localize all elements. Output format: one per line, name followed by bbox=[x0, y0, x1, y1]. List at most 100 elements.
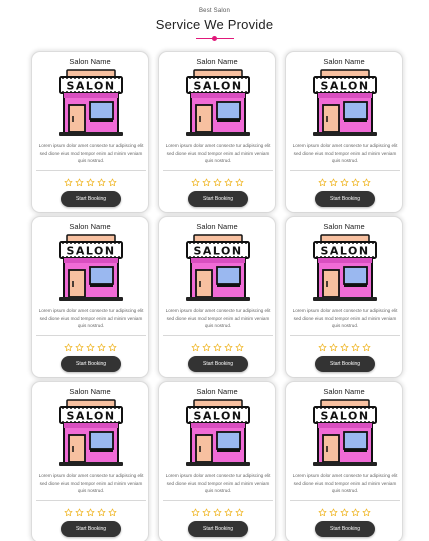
service-card: Salon Name SALON Lorem ipsum dolor amet … bbox=[31, 51, 149, 213]
star-outline-icon[interactable] bbox=[202, 504, 211, 517]
start-booking-button[interactable]: Start Booking bbox=[315, 191, 375, 207]
star-outline-icon[interactable] bbox=[108, 504, 117, 517]
star-outline-icon[interactable] bbox=[108, 339, 117, 352]
card-description: Lorem ipsum dolor amet consecte tur adip… bbox=[165, 143, 271, 164]
card-description: Lorem ipsum dolor amet consecte tur adip… bbox=[292, 308, 398, 329]
start-booking-button[interactable]: Start Booking bbox=[188, 356, 248, 372]
star-outline-icon[interactable] bbox=[191, 339, 200, 352]
star-outline-icon[interactable] bbox=[202, 339, 211, 352]
section-title: Service We Provide bbox=[155, 17, 274, 32]
card-divider bbox=[36, 170, 146, 171]
star-outline-icon[interactable] bbox=[329, 339, 338, 352]
card-divider bbox=[163, 170, 273, 171]
star-outline-icon[interactable] bbox=[86, 339, 95, 352]
star-outline-icon[interactable] bbox=[351, 174, 360, 187]
star-outline-icon[interactable] bbox=[351, 339, 360, 352]
salon-storefront-icon: SALON bbox=[185, 69, 251, 138]
card-title: Salon Name bbox=[196, 222, 238, 231]
start-booking-button[interactable]: Start Booking bbox=[188, 191, 248, 207]
star-outline-icon[interactable] bbox=[362, 339, 371, 352]
card-divider bbox=[290, 335, 400, 336]
star-outline-icon[interactable] bbox=[86, 504, 95, 517]
svg-text:SALON: SALON bbox=[193, 410, 242, 423]
salon-storefront-icon: SALON bbox=[58, 69, 124, 138]
salon-storefront-icon: SALON bbox=[58, 399, 124, 468]
start-booking-button[interactable]: Start Booking bbox=[315, 356, 375, 372]
star-outline-icon[interactable] bbox=[224, 504, 233, 517]
star-rating[interactable] bbox=[32, 174, 148, 187]
star-outline-icon[interactable] bbox=[64, 174, 73, 187]
service-card: Salon Name SALON Lorem ipsum dolor amet … bbox=[158, 216, 276, 378]
star-outline-icon[interactable] bbox=[97, 174, 106, 187]
star-outline-icon[interactable] bbox=[340, 339, 349, 352]
salon-storefront-icon: SALON bbox=[312, 234, 378, 303]
star-outline-icon[interactable] bbox=[202, 174, 211, 187]
divider-dot bbox=[211, 36, 217, 41]
star-outline-icon[interactable] bbox=[191, 174, 200, 187]
star-outline-icon[interactable] bbox=[362, 174, 371, 187]
star-rating[interactable] bbox=[159, 504, 275, 517]
section-header: Best Salon Service We Provide bbox=[0, 7, 429, 41]
star-outline-icon[interactable] bbox=[340, 174, 349, 187]
star-outline-icon[interactable] bbox=[97, 339, 106, 352]
star-outline-icon[interactable] bbox=[351, 504, 360, 517]
star-outline-icon[interactable] bbox=[97, 504, 106, 517]
star-outline-icon[interactable] bbox=[235, 504, 244, 517]
star-outline-icon[interactable] bbox=[318, 339, 327, 352]
star-outline-icon[interactable] bbox=[318, 504, 327, 517]
start-booking-button[interactable]: Start Booking bbox=[315, 521, 375, 537]
star-rating[interactable] bbox=[286, 174, 402, 187]
star-outline-icon[interactable] bbox=[224, 339, 233, 352]
star-rating[interactable] bbox=[32, 504, 148, 517]
svg-text:SALON: SALON bbox=[193, 245, 242, 258]
star-outline-icon[interactable] bbox=[235, 339, 244, 352]
star-rating[interactable] bbox=[159, 339, 275, 352]
star-outline-icon[interactable] bbox=[224, 174, 233, 187]
card-title: Salon Name bbox=[196, 387, 238, 396]
start-booking-button[interactable]: Start Booking bbox=[188, 521, 248, 537]
service-card: Salon Name SALON Lorem ipsum dolor amet … bbox=[285, 381, 403, 541]
service-card: Salon Name SALON Lorem ipsum dolor amet … bbox=[31, 216, 149, 378]
card-divider bbox=[36, 335, 146, 336]
star-outline-icon[interactable] bbox=[318, 174, 327, 187]
star-outline-icon[interactable] bbox=[75, 339, 84, 352]
salon-storefront-icon: SALON bbox=[185, 399, 251, 468]
star-rating[interactable] bbox=[286, 339, 402, 352]
card-divider bbox=[290, 500, 400, 501]
star-rating[interactable] bbox=[286, 504, 402, 517]
star-outline-icon[interactable] bbox=[75, 504, 84, 517]
service-card: Salon Name SALON Lorem ipsum dolor amet … bbox=[285, 51, 403, 213]
card-divider bbox=[290, 170, 400, 171]
star-outline-icon[interactable] bbox=[329, 174, 338, 187]
star-outline-icon[interactable] bbox=[235, 174, 244, 187]
start-booking-button[interactable]: Start Booking bbox=[61, 356, 121, 372]
star-outline-icon[interactable] bbox=[75, 174, 84, 187]
star-outline-icon[interactable] bbox=[86, 174, 95, 187]
star-outline-icon[interactable] bbox=[64, 339, 73, 352]
card-description: Lorem ipsum dolor amet consecte tur adip… bbox=[292, 143, 398, 164]
card-description: Lorem ipsum dolor amet consecte tur adip… bbox=[292, 473, 398, 494]
star-outline-icon[interactable] bbox=[213, 339, 222, 352]
star-outline-icon[interactable] bbox=[362, 504, 371, 517]
start-booking-button[interactable]: Start Booking bbox=[61, 191, 121, 207]
start-booking-button[interactable]: Start Booking bbox=[61, 521, 121, 537]
star-outline-icon[interactable] bbox=[191, 504, 200, 517]
svg-text:SALON: SALON bbox=[66, 245, 115, 258]
card-title: Salon Name bbox=[323, 57, 365, 66]
star-rating[interactable] bbox=[159, 174, 275, 187]
section-eyebrow: Best Salon bbox=[198, 8, 231, 14]
svg-text:SALON: SALON bbox=[320, 80, 369, 93]
star-outline-icon[interactable] bbox=[108, 174, 117, 187]
star-outline-icon[interactable] bbox=[340, 504, 349, 517]
card-divider bbox=[36, 500, 146, 501]
star-outline-icon[interactable] bbox=[64, 504, 73, 517]
card-divider bbox=[163, 500, 273, 501]
star-rating[interactable] bbox=[32, 339, 148, 352]
star-outline-icon[interactable] bbox=[213, 174, 222, 187]
star-outline-icon[interactable] bbox=[213, 504, 222, 517]
card-description: Lorem ipsum dolor amet consecte tur adip… bbox=[38, 473, 144, 494]
title-divider bbox=[195, 36, 234, 41]
svg-text:SALON: SALON bbox=[193, 80, 242, 93]
salon-storefront-icon: SALON bbox=[58, 234, 124, 303]
star-outline-icon[interactable] bbox=[329, 504, 338, 517]
